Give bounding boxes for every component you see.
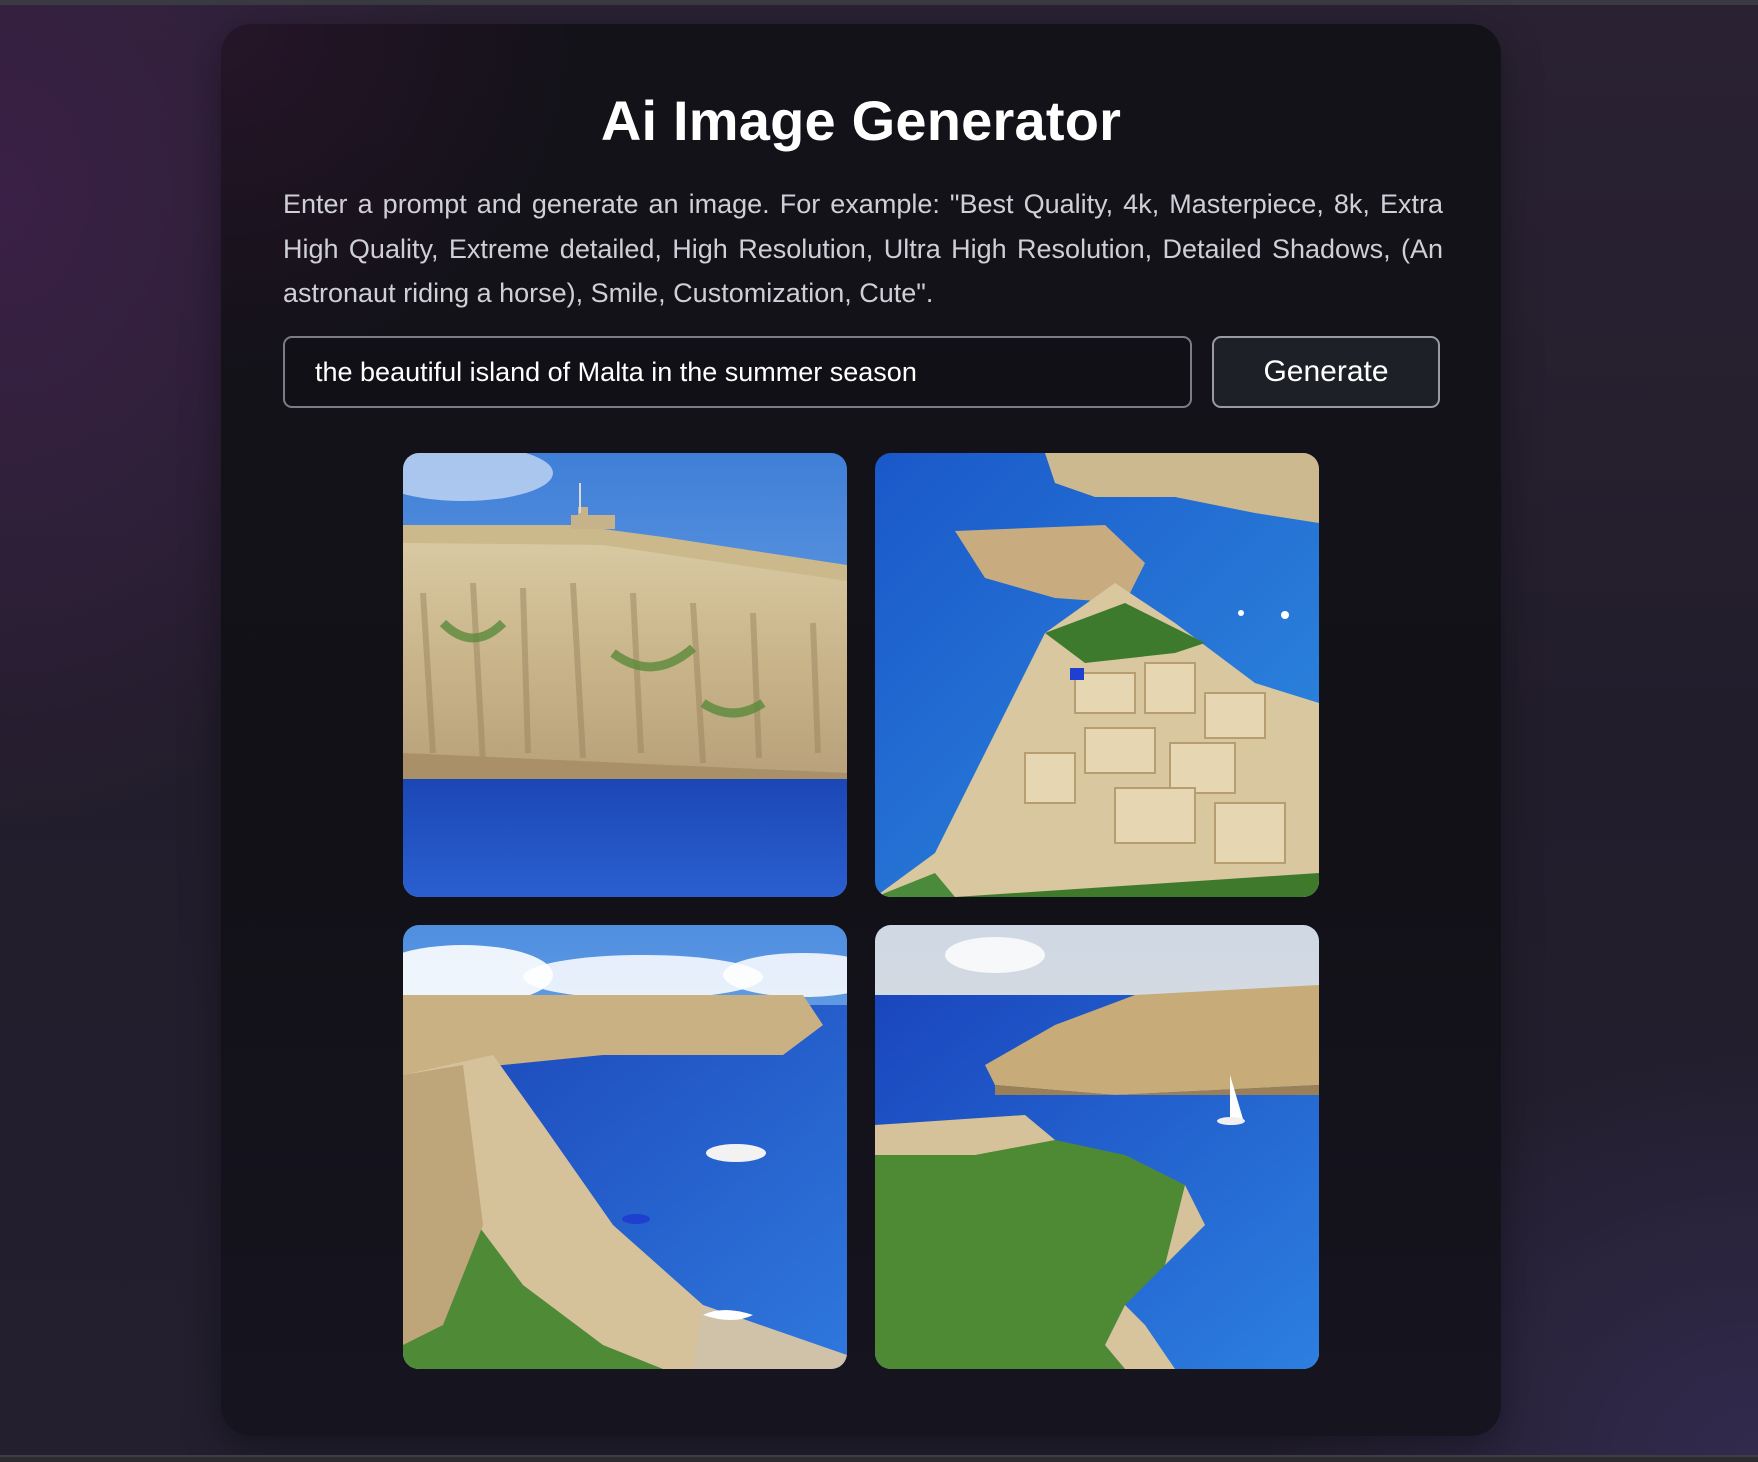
bay-beach-image xyxy=(403,925,847,1369)
generate-button[interactable]: Generate xyxy=(1212,336,1440,408)
window-bottom-edge xyxy=(0,1455,1758,1462)
aerial-town-image xyxy=(875,453,1319,897)
prompt-instructions: Enter a prompt and generate an image. Fo… xyxy=(283,189,1443,308)
prompt-input[interactable] xyxy=(283,336,1192,408)
generated-image-1[interactable] xyxy=(403,453,847,897)
generated-image-4[interactable] xyxy=(875,925,1319,1369)
window-top-edge xyxy=(0,0,1758,5)
generated-image-3[interactable] xyxy=(403,925,847,1369)
peninsula-sailboat-image xyxy=(875,925,1319,1369)
cliff-landscape-image xyxy=(403,453,847,897)
generated-image-2[interactable] xyxy=(875,453,1319,897)
page-title: Ai Image Generator xyxy=(600,89,1122,152)
generator-card: Ai Image Generator Enter a prompt and ge… xyxy=(221,24,1501,1436)
